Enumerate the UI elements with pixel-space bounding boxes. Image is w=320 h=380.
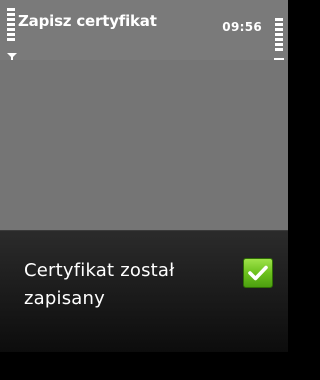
- softkey-bar: [0, 352, 288, 380]
- phone-screen: Zapisz certyfikat 09:56 Certyfikat zosta…: [0, 0, 288, 380]
- page-title: Zapisz certyfikat: [18, 12, 157, 30]
- checkmark-icon: [243, 258, 273, 288]
- notification-dialog[interactable]: Certyfikat został zapisany: [0, 230, 288, 353]
- app-content-area: [0, 60, 288, 230]
- status-bar: Zapisz certyfikat 09:56: [0, 0, 288, 68]
- dialog-message: Certyfikat został zapisany: [24, 260, 175, 309]
- clock: 09:56: [222, 20, 262, 34]
